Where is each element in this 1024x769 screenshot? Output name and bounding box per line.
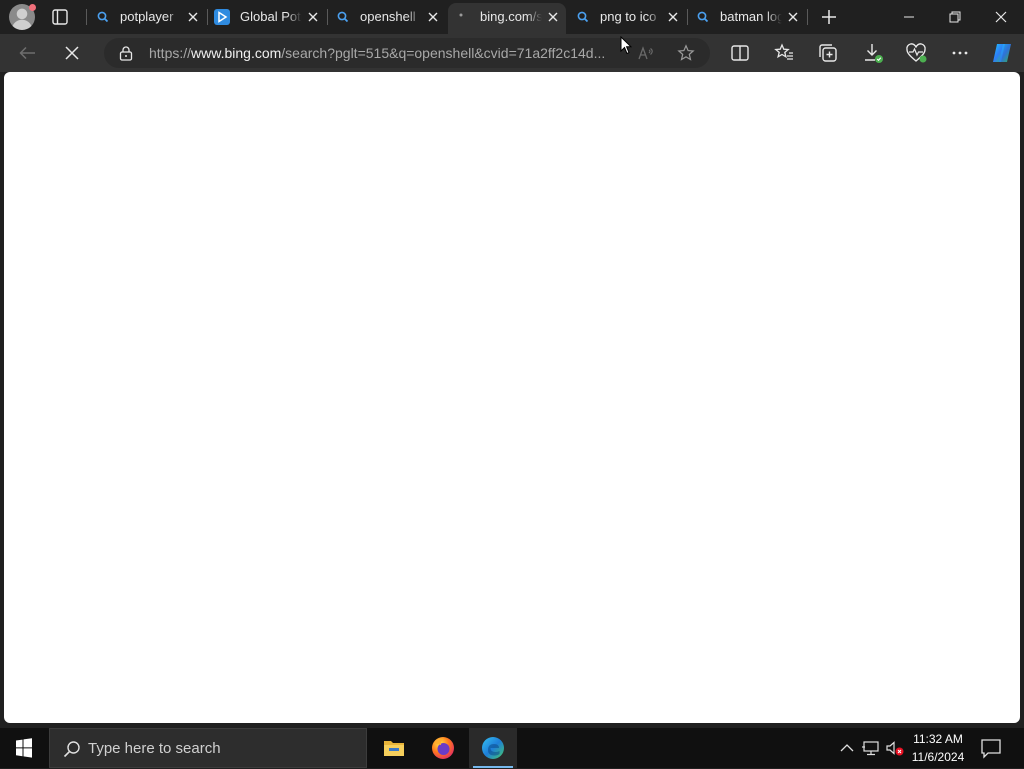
more-options-icon[interactable] xyxy=(947,40,973,66)
url-host: www.bing.com xyxy=(191,45,282,61)
bing-search-icon xyxy=(97,11,109,23)
bing-search-icon xyxy=(577,11,589,23)
potplayer-icon xyxy=(214,9,230,25)
url-prefix: https:// xyxy=(149,45,192,61)
system-clock[interactable]: 11:32 AM 11/6/2024 xyxy=(906,728,970,768)
close-tab-icon[interactable] xyxy=(666,10,680,24)
close-window-icon[interactable] xyxy=(978,0,1024,34)
minimize-icon[interactable] xyxy=(886,0,932,34)
loading-dot-icon xyxy=(459,13,463,17)
show-hidden-icons-chevron-icon[interactable] xyxy=(837,738,857,758)
notification-center-icon[interactable] xyxy=(980,737,1002,759)
url-path: /search?pglt=515&q=openshell&cvid=71a2ff… xyxy=(281,45,606,61)
browser-essentials-icon[interactable] xyxy=(903,40,929,66)
read-aloud-icon[interactable] xyxy=(637,44,655,62)
bing-search-icon xyxy=(697,11,709,23)
firefox-icon xyxy=(432,737,454,759)
edge-icon xyxy=(482,737,504,759)
profile-notification-dot xyxy=(29,4,36,11)
tab-global-potplayer[interactable]: Global Potplayer xyxy=(208,3,326,31)
edge-button[interactable] xyxy=(469,728,517,768)
clock-time: 11:32 AM xyxy=(913,732,963,746)
search-placeholder: Type here to search xyxy=(88,740,221,757)
windows-taskbar: Type here to search 11:32 AM 11/6/2024 xyxy=(0,728,1024,768)
restore-icon[interactable] xyxy=(932,0,978,34)
tab-title: batman logo xyxy=(720,9,782,24)
tab-bing-active[interactable]: bing.com/search?pglt xyxy=(448,3,566,34)
tab-title: Global Potplayer xyxy=(240,9,302,24)
close-tab-icon[interactable] xyxy=(546,10,560,24)
close-tab-icon[interactable] xyxy=(186,10,200,24)
new-tab-icon[interactable] xyxy=(820,8,838,26)
tab-strip: potplayer Global Potplayer openshell xyxy=(0,0,1024,34)
tab-potplayer[interactable]: potplayer xyxy=(88,3,206,31)
file-explorer-button[interactable] xyxy=(370,728,418,768)
mouse-cursor-icon xyxy=(620,36,632,55)
page-content-blank[interactable] xyxy=(4,72,1020,723)
tab-title: openshell xyxy=(360,9,416,24)
favorite-star-icon[interactable] xyxy=(677,44,695,62)
taskbar-search-box[interactable]: Type here to search xyxy=(49,728,367,768)
windows-start-icon[interactable] xyxy=(0,728,48,768)
tab-title: potplayer xyxy=(120,9,174,24)
collections-icon[interactable] xyxy=(815,40,841,66)
tab-actions-icon[interactable] xyxy=(50,7,70,27)
file-explorer-icon xyxy=(384,741,404,756)
firefox-button[interactable] xyxy=(419,728,467,768)
close-tab-icon[interactable] xyxy=(426,10,440,24)
stop-loading-icon[interactable] xyxy=(59,40,85,66)
copilot-icon[interactable] xyxy=(989,40,1015,66)
tab-batman-logo[interactable]: batman logo xyxy=(688,3,806,31)
close-tab-icon[interactable] xyxy=(306,10,320,24)
tab-title: png to ico xyxy=(600,9,657,24)
lock-icon[interactable] xyxy=(118,45,134,61)
clock-date: 11/6/2024 xyxy=(911,750,965,764)
search-icon xyxy=(63,741,80,758)
volume-muted-icon[interactable] xyxy=(885,738,905,758)
tab-title: bing.com/search?pglt xyxy=(480,9,542,24)
network-icon[interactable] xyxy=(861,738,881,758)
url-text[interactable]: https://www.bing.com/search?pglt=515&q=o… xyxy=(149,38,605,68)
browser-toolbar: https://www.bing.com/search?pglt=515&q=o… xyxy=(0,34,1024,72)
split-screen-icon[interactable] xyxy=(727,40,753,66)
tab-separator xyxy=(86,9,87,25)
tab-separator xyxy=(807,9,808,25)
close-tab-icon[interactable] xyxy=(786,10,800,24)
tab-png-to-ico[interactable]: png to ico xyxy=(568,3,686,31)
downloads-icon[interactable] xyxy=(860,40,886,66)
back-arrow-icon[interactable] xyxy=(15,40,41,66)
bing-search-icon xyxy=(337,11,349,23)
favorites-icon[interactable] xyxy=(771,40,797,66)
tab-openshell[interactable]: openshell xyxy=(328,3,446,31)
